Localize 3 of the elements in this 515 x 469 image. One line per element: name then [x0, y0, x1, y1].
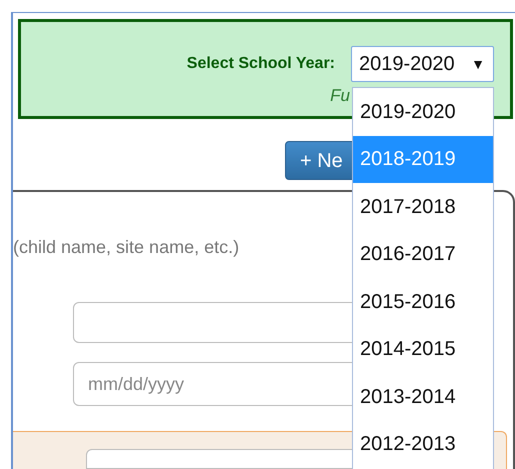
school-year-label: Select School Year:	[186, 54, 335, 74]
search-hint: (child name, site name, etc.)	[13, 236, 240, 259]
note-text: Fu	[330, 85, 350, 107]
